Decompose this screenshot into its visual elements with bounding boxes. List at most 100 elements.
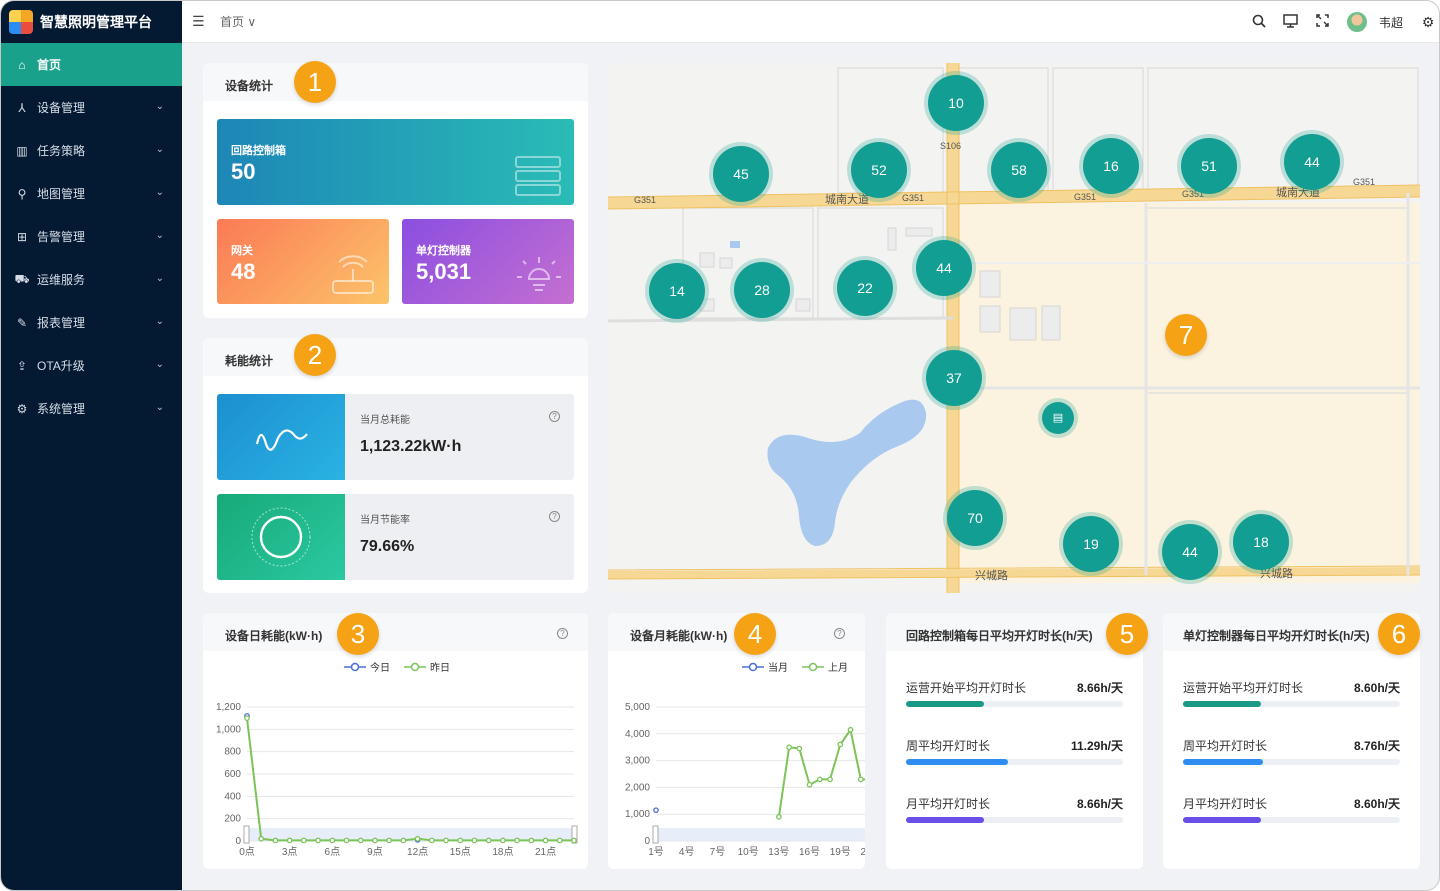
help-icon[interactable]: ? bbox=[549, 411, 560, 422]
sidebar-item[interactable]: ▥ 任务策略 ⌄ bbox=[1, 129, 182, 172]
data-point[interactable] bbox=[301, 837, 307, 844]
data-point[interactable] bbox=[329, 837, 336, 844]
legend-item[interactable]: 上月 bbox=[802, 659, 848, 674]
map-cluster[interactable]: 44 bbox=[1162, 524, 1218, 580]
data-point[interactable] bbox=[357, 837, 364, 844]
data-point[interactable] bbox=[806, 781, 813, 788]
data-point[interactable] bbox=[457, 837, 464, 844]
sidebar-item[interactable]: ⚲ 地图管理 ⌄ bbox=[1, 172, 182, 215]
data-point[interactable] bbox=[556, 837, 563, 844]
map-cluster[interactable]: 22 bbox=[837, 260, 893, 316]
sidebar-item-label: 告警管理 bbox=[37, 230, 86, 244]
data-point[interactable] bbox=[386, 837, 393, 844]
sidebar-menu: ⌂ 首页 ⅄ 设备管理 ⌄ ▥ 任务策略 ⌄ ⚲ 地图管理 ⌄ ⊞ 告警管理 ⌄ ⛟ 运维服务 ⌄ ✎ 报表管理 ⌄ ⇪… bbox=[1, 43, 182, 430]
data-point[interactable] bbox=[528, 837, 535, 844]
legend-item[interactable]: 昨日 bbox=[404, 659, 450, 674]
map-panel[interactable]: G351 城南大道 G351 G351 G351 城南大道 G351 S106 … bbox=[608, 63, 1420, 593]
username[interactable]: 韦超 bbox=[1379, 14, 1403, 31]
data-point[interactable] bbox=[500, 837, 506, 844]
annotation-badge: 7 bbox=[1165, 314, 1207, 356]
data-point[interactable] bbox=[786, 744, 792, 751]
data-point[interactable] bbox=[837, 741, 844, 748]
breadcrumb[interactable]: 首页 ∨ bbox=[220, 13, 256, 30]
sidebar-item[interactable]: ⌂ 首页 bbox=[1, 43, 182, 86]
data-point[interactable] bbox=[372, 837, 378, 844]
map-cluster[interactable]: 16 bbox=[1083, 138, 1139, 194]
menu-fold-icon[interactable]: ☰ bbox=[192, 13, 208, 30]
daily-energy-chart[interactable]: 1,200 1,000 800 600 400 200 00点 3点 6点 9点 12点 15点 18点… bbox=[203, 693, 588, 863]
lamp-controller-stat[interactable]: 单灯控制器 5,031 bbox=[402, 219, 574, 304]
data-point[interactable] bbox=[847, 726, 854, 733]
gateway-stat[interactable]: 网关 48 bbox=[217, 219, 389, 304]
x-tick-label: 22号 bbox=[860, 846, 865, 858]
data-point[interactable] bbox=[471, 837, 478, 844]
sidebar-item[interactable]: ⊞ 告警管理 ⌄ bbox=[1, 215, 182, 258]
data-point[interactable] bbox=[272, 837, 279, 844]
map-cluster[interactable]: 14 bbox=[649, 263, 705, 319]
loop-box-marker-icon[interactable]: ▤ bbox=[1042, 402, 1074, 434]
monthly-energy-tile[interactable]: 当月总耗能 1,123.22kW·h ? bbox=[217, 394, 574, 480]
chevron-down-icon: ⌄ bbox=[155, 316, 164, 327]
map-cluster[interactable]: 44 bbox=[916, 240, 972, 296]
data-point[interactable] bbox=[816, 776, 823, 783]
map-cluster[interactable]: 51 bbox=[1181, 138, 1237, 194]
map-cluster[interactable]: 28 bbox=[734, 262, 790, 318]
map-cluster[interactable]: 52 bbox=[851, 142, 907, 198]
help-icon[interactable]: ? bbox=[557, 628, 568, 639]
data-point[interactable] bbox=[514, 837, 520, 844]
sidebar-item[interactable]: ⅄ 设备管理 ⌄ bbox=[1, 86, 182, 129]
app-logo[interactable]: 智慧照明管理平台 bbox=[1, 1, 182, 43]
progress-fill bbox=[906, 701, 985, 707]
data-point[interactable] bbox=[414, 835, 421, 842]
data-point[interactable] bbox=[258, 835, 265, 842]
help-icon[interactable]: ? bbox=[834, 628, 845, 639]
data-point[interactable] bbox=[315, 837, 321, 844]
data-point[interactable] bbox=[286, 837, 293, 844]
zoom-handle[interactable] bbox=[652, 825, 659, 844]
stat-value: 5,031 bbox=[416, 259, 472, 284]
sidebar-item[interactable]: ✎ 报表管理 ⌄ bbox=[1, 301, 182, 344]
monitor-icon[interactable] bbox=[1275, 13, 1307, 31]
data-point[interactable] bbox=[571, 837, 577, 844]
sidebar-item[interactable]: ⚙ 系统管理 ⌄ bbox=[1, 387, 182, 430]
energy-value: 79.66% bbox=[360, 538, 415, 555]
saving-rate-tile[interactable]: 当月节能率 79.66% ? bbox=[217, 494, 574, 580]
map-cluster[interactable]: 18 bbox=[1233, 514, 1289, 570]
fullscreen-icon[interactable] bbox=[1307, 14, 1339, 30]
sidebar-item[interactable]: ⛟ 运维服务 ⌄ bbox=[1, 258, 182, 301]
map-cluster[interactable]: 58 bbox=[991, 142, 1047, 198]
legend-item[interactable]: 当月 bbox=[742, 659, 788, 674]
loop-controller-stat[interactable]: 回路控制箱 50 bbox=[217, 119, 574, 205]
search-icon[interactable] bbox=[1243, 14, 1275, 31]
map-cluster[interactable]: 10 bbox=[928, 75, 984, 131]
metric-label: 运营开始平均开灯时长 bbox=[906, 681, 1027, 695]
data-point[interactable] bbox=[443, 837, 449, 844]
data-point[interactable] bbox=[428, 837, 435, 844]
monthly-energy-chart[interactable]: 5,000 4,000 3,000 2,000 1,000 01号 4号 7号 10号 13号 16… bbox=[608, 693, 865, 863]
data-point[interactable] bbox=[827, 776, 833, 783]
y-tick-label: 800 bbox=[224, 747, 241, 758]
map-cluster[interactable]: 44 bbox=[1284, 134, 1340, 190]
sidebar-item-label: OTA升级 bbox=[37, 359, 85, 373]
sidebar-item-label: 地图管理 bbox=[37, 187, 86, 201]
zoom-slider[interactable] bbox=[656, 828, 865, 841]
map-cluster[interactable]: 37 bbox=[926, 350, 982, 406]
data-point[interactable] bbox=[796, 745, 803, 752]
data-point[interactable] bbox=[857, 776, 864, 783]
data-point[interactable] bbox=[485, 837, 492, 844]
data-point[interactable] bbox=[653, 807, 659, 814]
help-icon[interactable]: ? bbox=[549, 511, 560, 522]
data-point[interactable] bbox=[343, 837, 350, 844]
zoom-handle[interactable] bbox=[243, 825, 250, 844]
avatar[interactable] bbox=[1346, 12, 1367, 32]
map-cluster[interactable]: 70 bbox=[947, 490, 1003, 546]
data-point[interactable] bbox=[400, 837, 407, 844]
data-point[interactable] bbox=[244, 715, 250, 722]
data-point[interactable] bbox=[542, 837, 549, 844]
map-cluster[interactable]: 45 bbox=[713, 146, 769, 202]
data-point[interactable] bbox=[776, 814, 782, 820]
settings-gear-icon[interactable]: ⚙ bbox=[1417, 14, 1439, 31]
map-cluster[interactable]: 19 bbox=[1063, 516, 1119, 572]
sidebar-item[interactable]: ⇪ OTA升级 ⌄ bbox=[1, 344, 182, 387]
legend-item[interactable]: 今日 bbox=[344, 659, 390, 674]
